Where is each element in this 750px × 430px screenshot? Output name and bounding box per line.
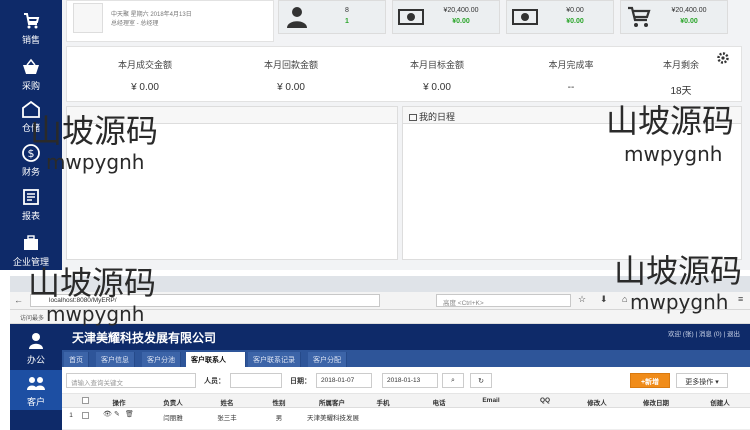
cart-icon <box>628 6 651 27</box>
tab-customer-pool[interactable]: 客户分池 <box>142 352 181 367</box>
person-input[interactable] <box>230 373 282 388</box>
watermark-text: 山坡源码 <box>614 252 743 290</box>
date-label: 日期： <box>290 378 311 385</box>
money-icon <box>398 9 424 25</box>
col-phone: 电话 <box>432 400 446 407</box>
person-label: 人员： <box>204 378 225 385</box>
gear-icon[interactable] <box>716 51 730 65</box>
watermark-text: 山坡源码 <box>606 102 735 140</box>
metric-value-deal: ¥ 0.00 <box>131 82 159 93</box>
metric-value-collected: ¥ 0.00 <box>277 82 305 93</box>
bookmark-most-visited[interactable]: 访问最多 <box>20 316 44 322</box>
user-meta-line2: 总经理室 - 总经理 <box>111 21 159 27</box>
basket-icon <box>23 58 39 74</box>
col-owner: 负责人 <box>163 400 183 407</box>
stat-card-sales[interactable]: ¥20,400.00 ¥0.00 <box>392 0 500 34</box>
report-icon <box>23 189 39 205</box>
col-email: Email <box>482 397 500 404</box>
refresh-button[interactable]: ↻ <box>470 373 492 388</box>
col-gender: 性别 <box>272 400 286 407</box>
stat-card-payments[interactable]: ¥0.00 ¥0.00 <box>506 0 614 34</box>
cell-customer: 天津美耀科技发展 <box>307 415 359 422</box>
col-modifier: 修改人 <box>587 400 607 407</box>
row-index: 1 <box>69 412 73 419</box>
metric-value-rate: -- <box>567 82 575 93</box>
row-checkbox[interactable] <box>82 412 89 419</box>
col-mobile: 手机 <box>376 400 390 407</box>
star-icon[interactable]: ☆ <box>578 294 586 305</box>
col-actions: 操作 <box>112 400 126 407</box>
view-icon[interactable]: 👁 <box>103 410 112 418</box>
sidebar-item-purchase[interactable]: 采购 <box>0 58 62 92</box>
download-icon[interactable]: ⬇ <box>600 294 608 305</box>
search-button[interactable]: ⌕ <box>442 373 464 388</box>
date-to-input[interactable]: 2018-01-13 <box>382 373 438 388</box>
sales-icon <box>24 13 40 29</box>
tab-contact-records[interactable]: 客户联系记录 <box>248 352 301 367</box>
watermark-text: mwpygnh <box>46 150 145 174</box>
edit-icon[interactable]: ✎ <box>114 410 120 418</box>
tab-customer-contacts[interactable]: 客户联系人 <box>186 352 246 367</box>
browser-search-input[interactable]: 高度 <Ctrl+K> <box>436 294 571 307</box>
watermark-text: 山坡源码 <box>28 264 157 302</box>
cell-gender: 男 <box>275 415 283 422</box>
watermark-text: mwpygnh <box>46 302 145 326</box>
calendar-icon <box>409 114 417 121</box>
stat-card-customers[interactable]: 8 1 <box>278 0 386 34</box>
menu-icon[interactable]: ≡ <box>738 294 743 304</box>
select-all-checkbox[interactable] <box>82 397 89 404</box>
watermark-text: 山坡源码 <box>30 112 159 150</box>
metric-value-remaining: 18天 <box>670 86 692 97</box>
customers-icon <box>27 377 45 390</box>
avatar <box>73 3 103 33</box>
tab-customer-info[interactable]: 客户信息 <box>96 352 135 367</box>
metric-label-collected: 本月回款金额 <box>263 60 318 70</box>
watermark-text: mwpygnh <box>630 290 729 314</box>
metric-value-target: ¥ 0.00 <box>423 82 451 93</box>
app-sidebar: 办公 客户 <box>10 324 62 430</box>
search-icon: ⌕ <box>451 377 455 384</box>
metric-label-target: 本月目标金额 <box>409 60 464 70</box>
date-from-input[interactable]: 2018-01-07 <box>316 373 372 388</box>
sidebar-item-office[interactable]: 办公 <box>10 332 62 366</box>
col-creator: 创建人 <box>710 400 730 407</box>
back-icon[interactable]: ← <box>14 295 23 305</box>
tab-customer-assign[interactable]: 客户分配 <box>308 352 347 367</box>
home-icon[interactable]: ⌂ <box>622 294 627 304</box>
search-input[interactable]: 请输入查询关键文 <box>66 373 196 388</box>
tab-home[interactable]: 首页 <box>64 352 89 367</box>
col-customer: 所属客户 <box>319 400 345 407</box>
more-actions-button[interactable]: 更多操作 ▾ <box>676 373 728 388</box>
watermark-text: mwpygnh <box>624 142 723 166</box>
app-header: 天津美耀科技发展有限公司 欢迎 (张) | 消息 (0) | 退出 <box>62 324 750 350</box>
cell-name: 张三丰 <box>217 415 237 422</box>
delete-icon[interactable]: 🗑 <box>125 410 134 418</box>
company-title: 天津美耀科技发展有限公司 <box>72 331 217 345</box>
money-icon <box>512 9 538 25</box>
new-button[interactable]: +新增 <box>630 373 670 388</box>
refresh-icon: ↻ <box>478 378 484 385</box>
metric-label-deal: 本月成交金额 <box>117 60 172 70</box>
col-modified-date: 修改日期 <box>643 400 669 407</box>
person-icon <box>29 333 43 349</box>
header-links[interactable]: 欢迎 (张) | 消息 (0) | 退出 <box>668 328 740 338</box>
sidebar-item-customers[interactable]: 客户 <box>10 370 62 410</box>
sidebar-item-sales[interactable]: 销售 <box>0 12 62 46</box>
cell-owner: 闫丽雅 <box>163 415 183 422</box>
col-name: 姓名 <box>220 400 234 407</box>
stat-card-orders[interactable]: ¥20,400.00 ¥0.00 <box>620 0 728 34</box>
col-qq: QQ <box>539 397 551 404</box>
user-meta-line1: 中天聚 星期六 2018年4月13日 <box>111 12 192 18</box>
metric-label-rate: 本月完成率 <box>548 60 594 70</box>
sidebar-item-reports[interactable]: 报表 <box>0 188 62 222</box>
briefcase-icon <box>24 235 38 250</box>
user-card: 中天聚 星期六 2018年4月13日 总经理室 - 总经理 <box>66 0 274 42</box>
user-icon <box>287 7 307 28</box>
